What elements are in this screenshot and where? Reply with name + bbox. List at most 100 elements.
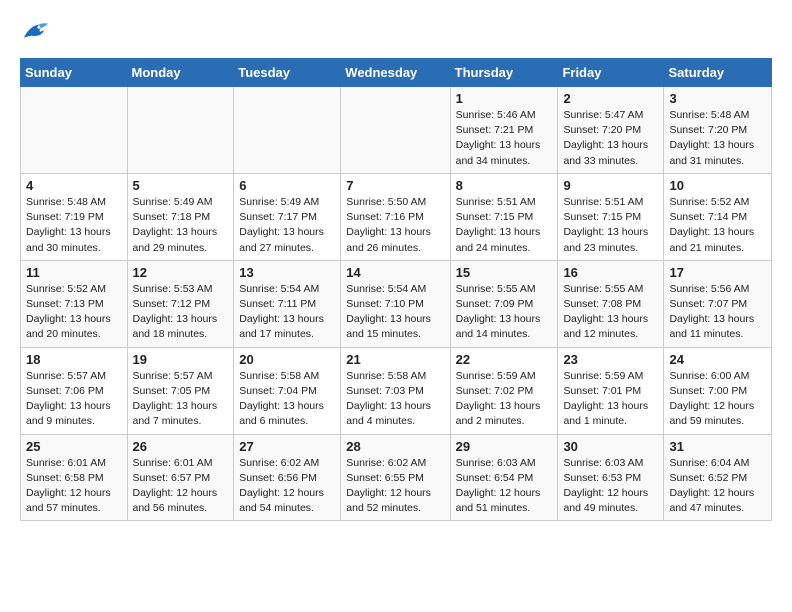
weekday-header-saturday: Saturday [664,59,772,87]
calendar-cell: 28 Sunrise: 6:02 AM Sunset: 6:55 PM Dayli… [341,434,450,521]
day-content: Sunrise: 6:00 AM Sunset: 7:00 PM Dayligh… [669,369,766,430]
calendar-cell: 2 Sunrise: 5:47 AM Sunset: 7:20 PM Daylig… [558,87,664,174]
logo-bird-icon [22,20,50,42]
day-content: Sunrise: 5:46 AM Sunset: 7:21 PM Dayligh… [456,108,553,169]
day-number: 17 [669,265,766,280]
day-number: 16 [563,265,658,280]
day-number: 24 [669,352,766,367]
calendar-header-row: SundayMondayTuesdayWednesdayThursdayFrid… [21,59,772,87]
day-number: 30 [563,439,658,454]
calendar-cell: 30 Sunrise: 6:03 AM Sunset: 6:53 PM Dayli… [558,434,664,521]
day-number: 5 [133,178,229,193]
day-content: Sunrise: 5:59 AM Sunset: 7:02 PM Dayligh… [456,369,553,430]
logo [20,20,50,42]
day-content: Sunrise: 5:55 AM Sunset: 7:09 PM Dayligh… [456,282,553,343]
day-content: Sunrise: 6:01 AM Sunset: 6:57 PM Dayligh… [133,456,229,517]
calendar-week-row: 1 Sunrise: 5:46 AM Sunset: 7:21 PM Daylig… [21,87,772,174]
calendar-cell: 18 Sunrise: 5:57 AM Sunset: 7:06 PM Dayli… [21,347,128,434]
calendar-cell: 23 Sunrise: 5:59 AM Sunset: 7:01 PM Dayli… [558,347,664,434]
weekday-header-thursday: Thursday [450,59,558,87]
day-number: 4 [26,178,122,193]
day-number: 26 [133,439,229,454]
calendar-week-row: 25 Sunrise: 6:01 AM Sunset: 6:58 PM Dayli… [21,434,772,521]
calendar-cell: 3Sunrise: 5:48 AM Sunset: 7:20 PM Daylig… [664,87,772,174]
day-content: Sunrise: 5:53 AM Sunset: 7:12 PM Dayligh… [133,282,229,343]
calendar-cell: 15 Sunrise: 5:55 AM Sunset: 7:09 PM Dayli… [450,260,558,347]
calendar-week-row: 11 Sunrise: 5:52 AM Sunset: 7:13 PM Dayli… [21,260,772,347]
day-number: 18 [26,352,122,367]
day-content: Sunrise: 6:03 AM Sunset: 6:54 PM Dayligh… [456,456,553,517]
day-number: 19 [133,352,229,367]
day-content: Sunrise: 5:49 AM Sunset: 7:17 PM Dayligh… [239,195,335,256]
day-number: 1 [456,91,553,106]
weekday-header-monday: Monday [127,59,234,87]
calendar-cell [127,87,234,174]
calendar-cell: 24 Sunrise: 6:00 AM Sunset: 7:00 PM Dayli… [664,347,772,434]
day-number: 12 [133,265,229,280]
day-content: Sunrise: 5:57 AM Sunset: 7:05 PM Dayligh… [133,369,229,430]
day-number: 7 [346,178,444,193]
calendar-cell: 6 Sunrise: 5:49 AM Sunset: 7:17 PM Daylig… [234,173,341,260]
day-number: 15 [456,265,553,280]
day-number: 25 [26,439,122,454]
day-content: Sunrise: 6:02 AM Sunset: 6:56 PM Dayligh… [239,456,335,517]
day-number: 3 [669,91,766,106]
calendar-cell: 21 Sunrise: 5:58 AM Sunset: 7:03 PM Dayli… [341,347,450,434]
day-content: Sunrise: 6:02 AM Sunset: 6:55 PM Dayligh… [346,456,444,517]
day-content: Sunrise: 5:52 AM Sunset: 7:13 PM Dayligh… [26,282,122,343]
weekday-header-sunday: Sunday [21,59,128,87]
calendar-cell: 7 Sunrise: 5:50 AM Sunset: 7:16 PM Daylig… [341,173,450,260]
calendar-cell: 26 Sunrise: 6:01 AM Sunset: 6:57 PM Dayli… [127,434,234,521]
day-content: Sunrise: 5:48 AM Sunset: 7:19 PM Dayligh… [26,195,122,256]
calendar-cell: 16 Sunrise: 5:55 AM Sunset: 7:08 PM Dayli… [558,260,664,347]
day-number: 21 [346,352,444,367]
calendar-cell [234,87,341,174]
calendar-cell: 25 Sunrise: 6:01 AM Sunset: 6:58 PM Dayli… [21,434,128,521]
day-content: Sunrise: 5:58 AM Sunset: 7:04 PM Dayligh… [239,369,335,430]
day-number: 9 [563,178,658,193]
calendar-cell [341,87,450,174]
calendar-cell: 4 Sunrise: 5:48 AM Sunset: 7:19 PM Daylig… [21,173,128,260]
day-number: 8 [456,178,553,193]
day-number: 20 [239,352,335,367]
calendar-cell [21,87,128,174]
day-number: 22 [456,352,553,367]
day-content: Sunrise: 5:47 AM Sunset: 7:20 PM Dayligh… [563,108,658,169]
calendar-table: SundayMondayTuesdayWednesdayThursdayFrid… [20,58,772,521]
calendar-cell: 8 Sunrise: 5:51 AM Sunset: 7:15 PM Daylig… [450,173,558,260]
day-content: Sunrise: 5:59 AM Sunset: 7:01 PM Dayligh… [563,369,658,430]
day-content: Sunrise: 5:55 AM Sunset: 7:08 PM Dayligh… [563,282,658,343]
calendar-cell: 19 Sunrise: 5:57 AM Sunset: 7:05 PM Dayli… [127,347,234,434]
day-content: Sunrise: 6:04 AM Sunset: 6:52 PM Dayligh… [669,456,766,517]
day-content: Sunrise: 5:57 AM Sunset: 7:06 PM Dayligh… [26,369,122,430]
day-number: 27 [239,439,335,454]
calendar-cell: 31 Sunrise: 6:04 AM Sunset: 6:52 PM Dayli… [664,434,772,521]
day-number: 23 [563,352,658,367]
day-number: 10 [669,178,766,193]
calendar-cell: 14Sunrise: 5:54 AM Sunset: 7:10 PM Dayli… [341,260,450,347]
day-number: 11 [26,265,122,280]
calendar-cell: 27 Sunrise: 6:02 AM Sunset: 6:56 PM Dayli… [234,434,341,521]
day-content: Sunrise: 5:50 AM Sunset: 7:16 PM Dayligh… [346,195,444,256]
calendar-cell: 17 Sunrise: 5:56 AM Sunset: 7:07 PM Dayli… [664,260,772,347]
day-content: Sunrise: 5:51 AM Sunset: 7:15 PM Dayligh… [456,195,553,256]
day-number: 28 [346,439,444,454]
day-content: Sunrise: 5:52 AM Sunset: 7:14 PM Dayligh… [669,195,766,256]
day-number: 6 [239,178,335,193]
page-header [20,20,772,42]
day-content: Sunrise: 5:54 AM Sunset: 7:10 PM Dayligh… [346,282,444,343]
day-content: Sunrise: 5:58 AM Sunset: 7:03 PM Dayligh… [346,369,444,430]
calendar-cell: 1 Sunrise: 5:46 AM Sunset: 7:21 PM Daylig… [450,87,558,174]
calendar-week-row: 4 Sunrise: 5:48 AM Sunset: 7:19 PM Daylig… [21,173,772,260]
day-content: Sunrise: 5:56 AM Sunset: 7:07 PM Dayligh… [669,282,766,343]
calendar-cell: 29Sunrise: 6:03 AM Sunset: 6:54 PM Dayli… [450,434,558,521]
day-content: Sunrise: 5:49 AM Sunset: 7:18 PM Dayligh… [133,195,229,256]
day-content: Sunrise: 5:54 AM Sunset: 7:11 PM Dayligh… [239,282,335,343]
day-content: Sunrise: 6:03 AM Sunset: 6:53 PM Dayligh… [563,456,658,517]
calendar-cell: 11 Sunrise: 5:52 AM Sunset: 7:13 PM Dayli… [21,260,128,347]
calendar-week-row: 18 Sunrise: 5:57 AM Sunset: 7:06 PM Dayli… [21,347,772,434]
day-number: 13 [239,265,335,280]
day-content: Sunrise: 6:01 AM Sunset: 6:58 PM Dayligh… [26,456,122,517]
day-number: 2 [563,91,658,106]
day-number: 31 [669,439,766,454]
